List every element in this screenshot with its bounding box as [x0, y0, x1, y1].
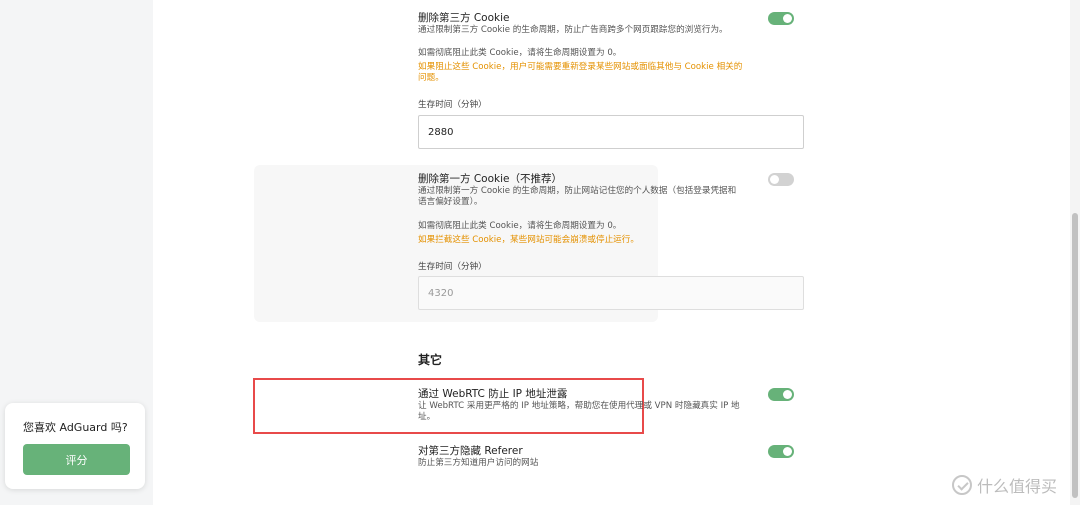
third-party-cookie-toggle[interactable] [768, 12, 794, 25]
misc-section-heading: 其它 [418, 353, 443, 367]
vertical-scrollbar[interactable] [1070, 0, 1080, 505]
rate-button[interactable]: 评分 [23, 444, 130, 475]
first-party-cookie-desc-line1: 通过限制第一方 Cookie 的生命周期，防止网站记住您的个人数据（包括登录凭据… [418, 186, 737, 196]
first-party-cookie-title: 删除第一方 Cookie（不推荐） [418, 173, 562, 185]
toggle-knob [783, 447, 792, 456]
third-party-cookie-ttl-input[interactable] [418, 115, 804, 149]
webrtc-toggle[interactable] [768, 388, 794, 401]
third-party-cookie-warning-line1: 如果阻止这些 Cookie，用户可能需要重新登录某些网站或面临其他与 Cooki… [418, 62, 743, 72]
toggle-knob [770, 175, 779, 184]
first-party-cookie-toggle[interactable] [768, 173, 794, 186]
app-window: 您喜欢 AdGuard 吗? 评分 删除第三方 Cookie 通过限制第三方 C… [0, 0, 1080, 505]
first-party-cookie-ttl-input[interactable] [418, 276, 804, 310]
toggle-knob [783, 390, 792, 399]
watermark-logo-icon [952, 475, 972, 495]
rate-prompt: 您喜欢 AdGuard 吗? [23, 421, 128, 434]
first-party-cookie-warning: 如果拦截这些 Cookie，某些网站可能会崩溃或停止运行。 [418, 235, 639, 245]
watermark-text: 什么值得买 [977, 477, 1058, 496]
first-party-cookie-hint: 如需彻底阻止此类 Cookie，请将生命周期设置为 0。 [418, 221, 622, 231]
third-party-cookie-desc: 通过限制第三方 Cookie 的生命周期，防止广告商跨多个网页跟踪您的浏览行为。 [418, 25, 728, 35]
referer-desc: 防止第三方知道用户访问的网站 [418, 458, 539, 468]
sidebar: 您喜欢 AdGuard 吗? 评分 [0, 0, 153, 505]
first-party-cookie-ttl-label: 生存时间（分钟） [418, 262, 487, 272]
third-party-cookie-ttl-label: 生存时间（分钟） [418, 100, 487, 110]
webrtc-desc-line2: 址。 [418, 412, 436, 422]
referer-title: 对第三方隐藏 Referer [418, 445, 523, 457]
first-party-cookie-desc-line2: 语言偏好设置）。 [418, 197, 483, 207]
third-party-cookie-warning-line2: 问题。 [418, 73, 444, 83]
toggle-knob [783, 14, 792, 23]
watermark: 什么值得买 [952, 473, 1057, 497]
scrollbar-thumb[interactable] [1072, 213, 1078, 498]
webrtc-desc-line1: 让 WebRTC 采用更严格的 IP 地址策略，帮助您在使用代理或 VPN 时隐… [418, 401, 740, 411]
rate-card: 您喜欢 AdGuard 吗? 评分 [5, 403, 145, 489]
third-party-cookie-title: 删除第三方 Cookie [418, 12, 510, 24]
third-party-cookie-hint: 如需彻底阻止此类 Cookie，请将生命周期设置为 0。 [418, 48, 622, 58]
webrtc-title: 通过 WebRTC 防止 IP 地址泄露 [418, 388, 568, 400]
referer-toggle[interactable] [768, 445, 794, 458]
